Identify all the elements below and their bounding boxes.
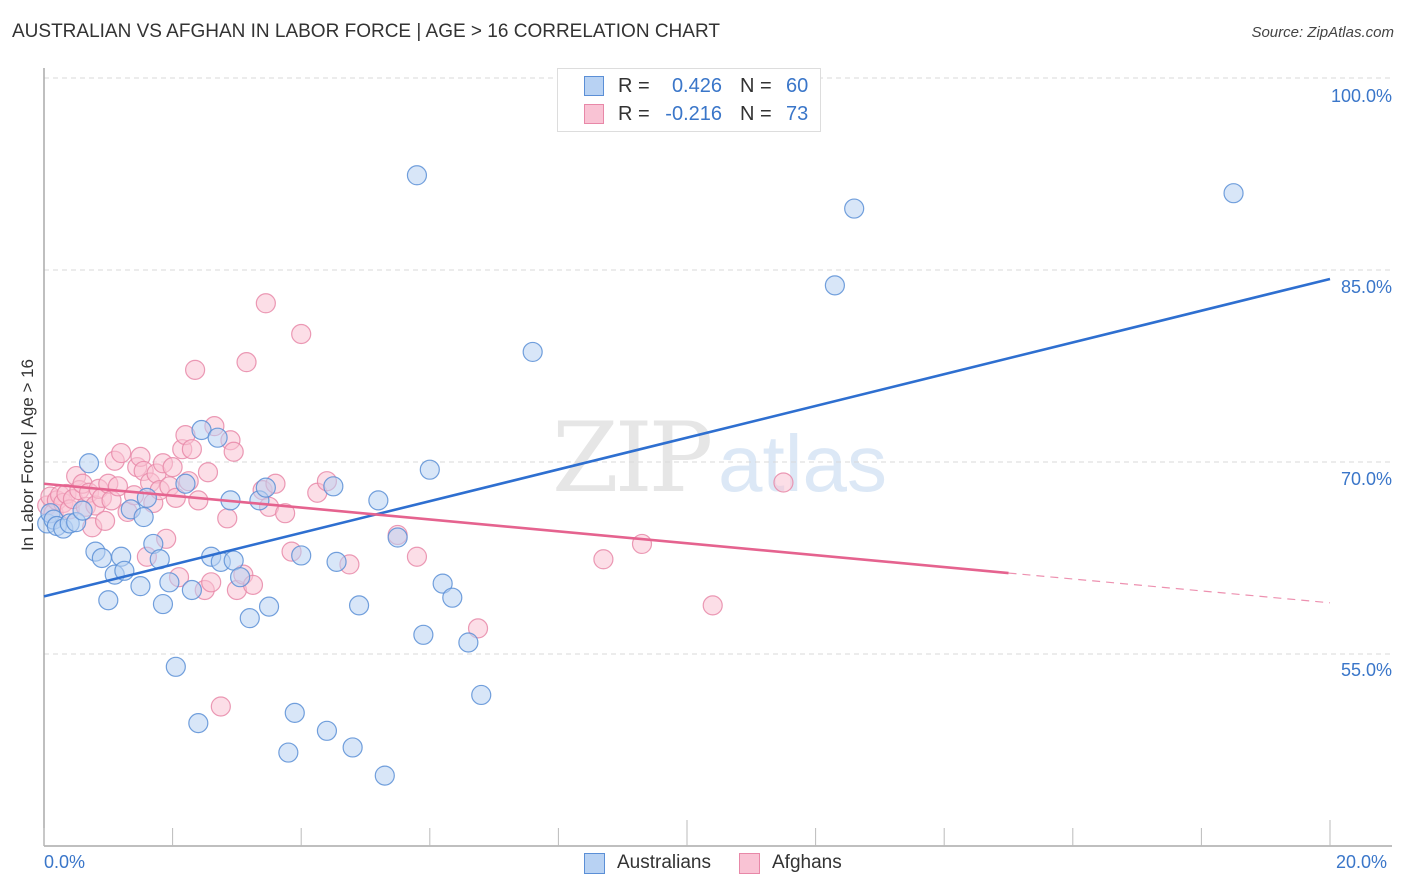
australians-point xyxy=(844,198,865,219)
australians-point xyxy=(316,720,338,741)
australians-point xyxy=(98,590,119,611)
australians-point xyxy=(419,459,440,480)
australians-point xyxy=(387,527,408,548)
australians-point xyxy=(458,632,479,653)
afghans-swatch xyxy=(584,104,604,124)
afghans-point xyxy=(236,352,257,373)
australians-point xyxy=(255,477,276,498)
legend-label: Australians xyxy=(617,852,711,873)
stats-row-afghans: R = -0.216 N = 73 xyxy=(584,101,808,127)
australians-point xyxy=(413,624,434,645)
australians-point xyxy=(136,487,157,508)
x-tick-label: 0.0% xyxy=(44,852,86,872)
legend-item-afghans[interactable]: Afghans xyxy=(739,852,842,874)
n-value: 60 xyxy=(786,74,809,97)
australians-point xyxy=(258,596,280,617)
australians-point xyxy=(175,473,196,494)
x-tick-label: 20.0% xyxy=(1336,852,1388,872)
australians-point xyxy=(1223,183,1244,204)
australians-point xyxy=(323,476,344,497)
afghans-point xyxy=(406,546,428,567)
australians-point xyxy=(239,608,260,629)
australians-point xyxy=(442,587,463,608)
legend-item-australians[interactable]: Australians xyxy=(584,852,711,874)
n-value: 73 xyxy=(786,102,809,125)
afghans-point xyxy=(162,457,183,478)
australians-point xyxy=(368,490,389,511)
afghans-point xyxy=(111,442,132,464)
australians-point xyxy=(152,593,174,615)
stats-row-australians: R = 0.426 N = 60 xyxy=(584,73,808,99)
australians-point xyxy=(824,275,845,296)
afghans-point xyxy=(217,508,238,529)
series-legend: Australians Afghans xyxy=(584,852,870,874)
afghans-point xyxy=(201,572,222,593)
australians-point xyxy=(348,595,370,616)
afghans-point xyxy=(197,462,219,483)
australians-swatch xyxy=(584,852,605,874)
australians-point xyxy=(406,165,428,186)
afghans-point xyxy=(185,359,206,380)
scatter-plot xyxy=(37,68,1392,847)
afghans-point xyxy=(210,696,231,717)
australians-swatch xyxy=(584,76,604,96)
r-label: R = xyxy=(618,74,650,97)
afghans-point xyxy=(773,472,794,493)
afghans-point xyxy=(291,323,312,345)
afghans-point xyxy=(223,441,244,462)
afghans-swatch xyxy=(739,852,760,874)
afghans-point xyxy=(255,293,276,314)
y-tick-label: 55.0% xyxy=(1340,660,1392,680)
australians-point xyxy=(230,567,251,588)
australians-point xyxy=(207,427,228,448)
y-tick-label: 100.0% xyxy=(1330,86,1392,106)
afghans-point xyxy=(94,510,116,531)
australians-point xyxy=(72,500,93,521)
australians-point xyxy=(91,547,112,569)
australians-point xyxy=(374,765,395,786)
y-tick-label: 70.0% xyxy=(1340,469,1392,489)
afghans-trend-extension xyxy=(1008,572,1331,604)
australians-point xyxy=(165,656,186,677)
australians-point xyxy=(326,551,347,572)
australians-point xyxy=(284,702,305,723)
stats-legend: R = 0.426 N = 60 R = -0.216 N = 73 xyxy=(557,68,821,132)
australians-point xyxy=(278,742,299,763)
australians-point xyxy=(78,453,100,474)
r-value: 0.426 xyxy=(671,74,722,97)
australians-point xyxy=(130,576,151,597)
afghans-point xyxy=(702,595,723,616)
y-axis-label: In Labor Force | Age > 16 xyxy=(18,358,37,552)
australians-point xyxy=(159,572,180,593)
n-label: N = xyxy=(740,102,772,125)
axes xyxy=(43,68,1392,847)
australians-point xyxy=(522,341,543,363)
r-label: R = xyxy=(618,102,650,125)
australians-point xyxy=(133,506,154,528)
australians-point xyxy=(342,737,363,758)
australians-points xyxy=(37,165,1244,786)
r-value: -0.216 xyxy=(665,102,722,125)
afghans-point xyxy=(181,439,202,460)
australians-point xyxy=(181,579,202,601)
australians-point xyxy=(291,545,312,566)
afghans-point xyxy=(188,490,209,511)
australians-point xyxy=(471,684,492,706)
afghans-point xyxy=(593,549,614,570)
n-label: N = xyxy=(740,74,772,97)
legend-label: Afghans xyxy=(772,852,842,873)
australians-point xyxy=(188,713,209,734)
y-tick-label: 85.0% xyxy=(1340,277,1392,297)
